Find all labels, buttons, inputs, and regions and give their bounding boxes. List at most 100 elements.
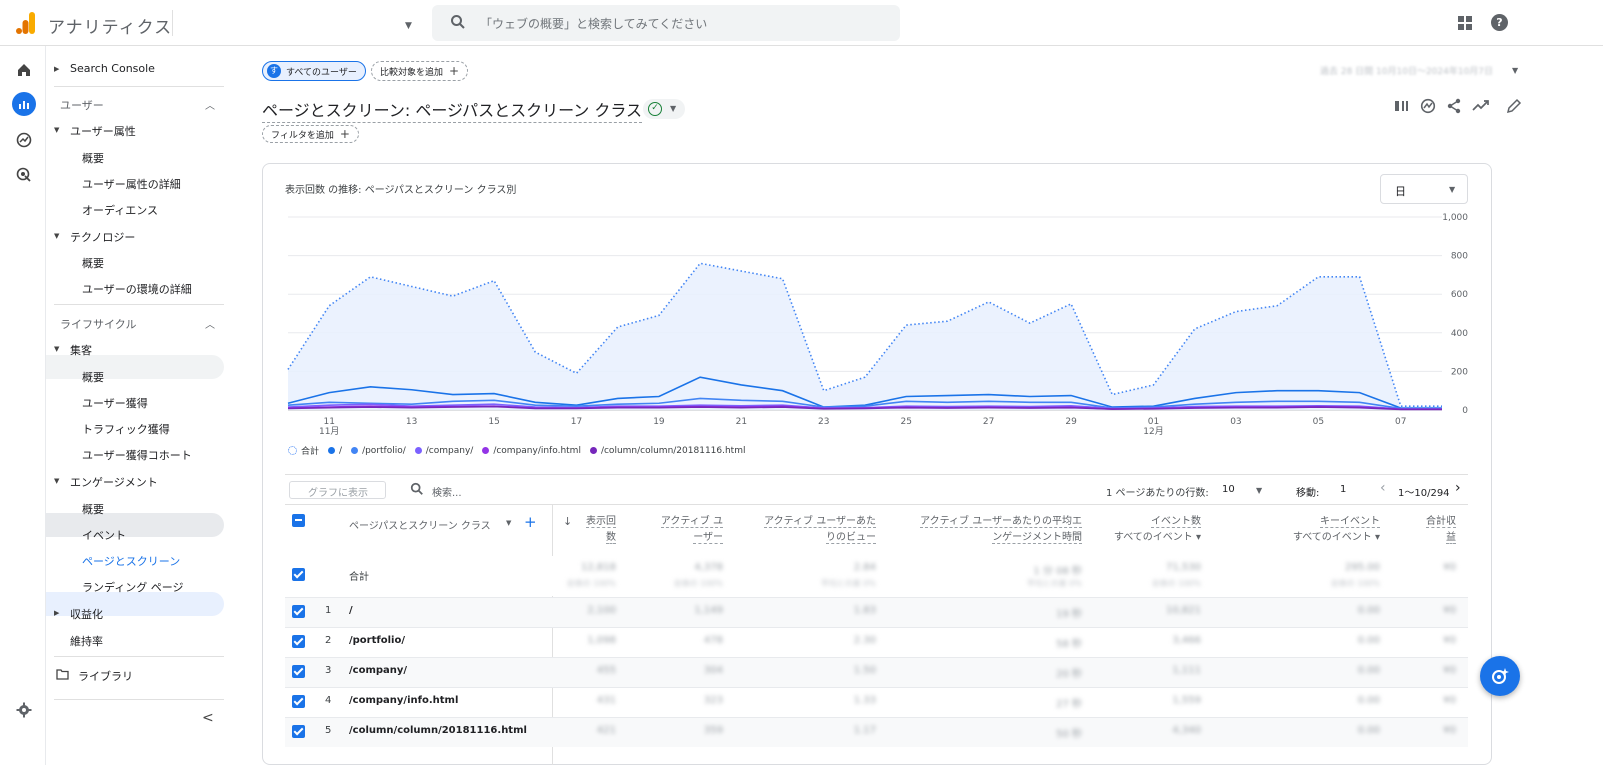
- next-page-chevron-icon[interactable]: ›: [1455, 480, 1461, 496]
- date-range-text[interactable]: 過去 28 日間 10月10日〜2024年10月7日: [1320, 64, 1493, 77]
- edit-pencil-icon[interactable]: [1506, 98, 1522, 114]
- collapse-triangle-icon[interactable]: ▼: [54, 477, 59, 485]
- legend-item[interactable]: /portfolio/: [351, 444, 406, 457]
- total-checkbox[interactable]: [292, 568, 305, 581]
- x-tick-label: 25: [900, 417, 911, 427]
- metric-header[interactable]: アクティブ ユーザーあたりの平均エ ンゲージメント時間: [920, 514, 1082, 546]
- chevron-up-icon[interactable]: ︿: [205, 97, 215, 112]
- nav-pages-screens[interactable]: ページとスクリーン: [82, 553, 180, 569]
- trending-icon[interactable]: [1472, 98, 1490, 114]
- customize-report-icon[interactable]: [1394, 98, 1410, 114]
- analytics-logo-icon[interactable]: [16, 12, 36, 34]
- metric-event-filter[interactable]: すべてのイベント ▾: [1114, 532, 1201, 543]
- add-dimension-plus-icon[interactable]: +: [524, 513, 537, 531]
- nav-ua-details[interactable]: ユーザー属性の詳細: [82, 176, 181, 192]
- explore-icon[interactable]: [12, 128, 36, 152]
- goto-page-input[interactable]: 1: [1340, 484, 1346, 495]
- chevron-up-icon[interactable]: ︿: [205, 316, 215, 331]
- settings-gear-icon[interactable]: [12, 698, 36, 722]
- property-selector-caret-icon[interactable]: ▼: [405, 21, 412, 31]
- nav-section-lifecycle[interactable]: ライフサイクル: [60, 316, 136, 332]
- nav-user-attributes[interactable]: ユーザー属性: [70, 123, 136, 139]
- nav-library[interactable]: ライブラリ: [78, 668, 133, 684]
- row-page-path[interactable]: /: [349, 605, 353, 616]
- segment-chip-all-users[interactable]: す すべてのユーザー: [262, 61, 366, 81]
- nav-events[interactable]: イベント: [82, 527, 126, 543]
- legend-item[interactable]: /company/: [414, 444, 473, 457]
- nav-search-console[interactable]: Search Console: [70, 62, 155, 75]
- home-icon[interactable]: [12, 58, 36, 82]
- add-filter-button[interactable]: フィルタを追加 +: [262, 125, 359, 143]
- metric-header[interactable]: キーイベント すべてのイベント ▾: [1293, 514, 1380, 546]
- insights-icon[interactable]: [1420, 98, 1436, 114]
- nav-eng-overview[interactable]: 概要: [82, 501, 104, 517]
- row-checkbox[interactable]: [292, 665, 305, 678]
- metric-header[interactable]: イベント数 すべてのイベント ▾: [1114, 514, 1201, 546]
- nav-tech-details[interactable]: ユーザーの環境の詳細: [82, 281, 192, 297]
- nav-monetization[interactable]: 収益化: [70, 606, 103, 622]
- row-page-path[interactable]: /company/info.html: [349, 695, 458, 706]
- nav-acq-overview[interactable]: 概要: [82, 369, 104, 385]
- table-row[interactable]: [285, 687, 1468, 717]
- row-checkbox[interactable]: [292, 695, 305, 708]
- table-row[interactable]: [285, 657, 1468, 687]
- reports-icon[interactable]: [12, 92, 36, 116]
- nav-tech-overview[interactable]: 概要: [82, 255, 104, 271]
- collapse-triangle-icon[interactable]: ▼: [54, 126, 59, 134]
- metric-event-filter[interactable]: すべてのイベント ▾: [1293, 532, 1380, 543]
- add-comparison-button[interactable]: 比較対象を追加 +: [371, 61, 469, 81]
- collapse-triangle-icon[interactable]: ▼: [54, 345, 59, 353]
- advertising-icon[interactable]: [12, 163, 36, 187]
- table-row[interactable]: [285, 597, 1468, 627]
- nav-section-user[interactable]: ユーザー: [60, 97, 104, 113]
- ai-assist-fab[interactable]: [1480, 656, 1520, 696]
- legend-item[interactable]: /: [328, 444, 342, 457]
- nav-acquisition[interactable]: 集客: [70, 342, 92, 358]
- show-in-graph-button[interactable]: グラフに表示: [289, 481, 386, 499]
- row-page-path[interactable]: /company/: [349, 665, 407, 676]
- nav-audiences[interactable]: オーディエンス: [82, 202, 158, 218]
- dropdown-caret-icon[interactable]: ▼: [1256, 486, 1262, 495]
- dimension-caret-icon[interactable]: ▼: [506, 519, 511, 527]
- search-bar[interactable]: 「ウェブの概要」と検索してみてください: [432, 5, 900, 41]
- select-all-checkbox[interactable]: [292, 514, 305, 527]
- row-metric-value: 3,466: [1172, 635, 1201, 646]
- row-checkbox[interactable]: [292, 635, 305, 648]
- row-checkbox[interactable]: [292, 605, 305, 618]
- nav-user-acq-cohort[interactable]: ユーザー獲得コホート: [82, 447, 192, 463]
- table-search-input[interactable]: 検索...: [432, 484, 462, 499]
- expand-triangle-icon[interactable]: ▶: [54, 65, 59, 73]
- nav-user-acquisition[interactable]: ユーザー獲得: [82, 395, 148, 411]
- metric-header[interactable]: 表示回数: [586, 514, 616, 546]
- row-page-path[interactable]: /column/column/20181116.html: [349, 725, 527, 736]
- row-page-path[interactable]: /portfolio/: [349, 635, 405, 646]
- prev-page-chevron-icon[interactable]: ‹: [1380, 480, 1386, 496]
- apps-grid-icon[interactable]: [1458, 16, 1472, 30]
- metric-header[interactable]: アクティブ ユーザー: [660, 514, 723, 546]
- nav-technology[interactable]: テクノロジー: [70, 229, 135, 245]
- collapse-nav-chevron-left-icon[interactable]: <: [202, 710, 214, 726]
- nav-landing-page[interactable]: ランディング ページ: [82, 579, 184, 595]
- legend-item[interactable]: /column/column/20181116.html: [589, 444, 745, 457]
- expand-triangle-icon[interactable]: ▶: [54, 609, 59, 617]
- dimension-header[interactable]: ページパスとスクリーン クラス: [349, 517, 491, 532]
- help-icon[interactable]: ?: [1491, 14, 1508, 31]
- metric-header[interactable]: アクティブ ユーザーあた りのビュー: [764, 514, 876, 546]
- legend-item[interactable]: /company/info.html: [482, 444, 581, 457]
- table-row[interactable]: [285, 627, 1468, 657]
- row-metric-value: 0.00: [1357, 605, 1380, 616]
- nav-ua-overview[interactable]: 概要: [82, 150, 104, 166]
- sort-descending-arrow-icon[interactable]: ↓: [563, 515, 572, 528]
- metric-header[interactable]: 合計収益: [1426, 514, 1456, 546]
- date-range-caret-icon[interactable]: ▼: [1512, 66, 1518, 75]
- collapse-triangle-icon[interactable]: ▼: [54, 232, 59, 240]
- nav-engagement[interactable]: エンゲージメント: [70, 474, 158, 490]
- granularity-select[interactable]: 日 ▼: [1380, 174, 1468, 204]
- row-checkbox[interactable]: [292, 725, 305, 738]
- rows-per-page-select[interactable]: 10: [1222, 484, 1235, 495]
- report-status-badge[interactable]: ✓ ▼: [643, 99, 685, 119]
- legend-item[interactable]: 合計: [288, 444, 319, 457]
- share-icon[interactable]: [1446, 98, 1462, 114]
- nav-retention[interactable]: 維持率: [70, 633, 103, 649]
- nav-traffic-acquisition[interactable]: トラフィック獲得: [82, 421, 170, 437]
